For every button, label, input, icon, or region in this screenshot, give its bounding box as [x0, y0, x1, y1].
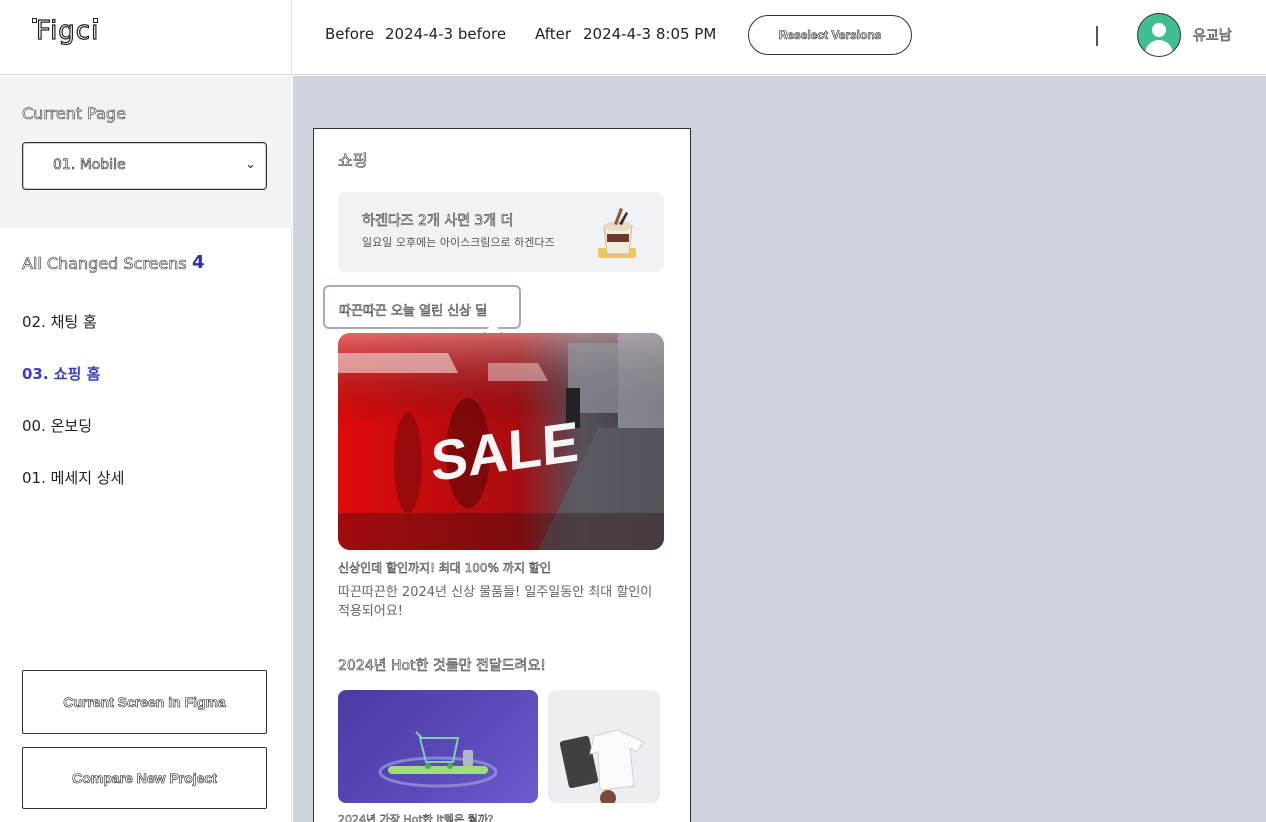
sale-banner-image[interactable]: SALE	[338, 333, 664, 550]
hot-item-image-clothes[interactable]	[548, 690, 660, 803]
page-select-value: 01. Mobile	[53, 157, 126, 174]
logo-area: Figci	[0, 0, 292, 75]
changed-screens-count: 4	[192, 252, 205, 273]
header-divider	[1096, 26, 1098, 46]
hot-section-title: 2024년 Hot한 것들만 전달드려요!	[338, 658, 547, 675]
logo-handle-icon	[32, 18, 37, 23]
clothes-icon	[559, 729, 645, 803]
changed-screens-label: All Changed Screens	[22, 254, 187, 274]
after-version: 2024-4-3 8:05 PM	[583, 25, 717, 43]
sale-description: 따끈따끈한 2024년 신상 물품들! 일주일동안 최대 할인이 적용되어요!	[338, 585, 653, 619]
deal-section-title-highlight[interactable]: 따끈따끈 오늘 열린 신상 딜	[323, 285, 521, 329]
shopping-cart-icon	[378, 731, 498, 788]
logo-text: Figci	[35, 15, 100, 46]
page-select[interactable]: 01. Mobile ⌄	[22, 142, 267, 190]
comparison-canvas: 쇼핑 하겐다즈 2개 사면 3개 더 일요일 오후에는 아이스크림으로 하겐다즈…	[293, 76, 1266, 822]
figci-logo[interactable]: Figci	[32, 15, 100, 47]
logo-handle-icon	[93, 18, 98, 23]
current-page-label: Current Page	[22, 104, 127, 124]
before-label: Before	[325, 25, 375, 43]
chevron-down-icon: ⌄	[245, 157, 256, 172]
user-name[interactable]: 유교남	[1193, 25, 1232, 45]
user-avatar-icon[interactable]	[1137, 13, 1181, 57]
screen-item-message-detail[interactable]: 01. 메세지 상세	[22, 467, 124, 488]
screen-title: 쇼핑	[338, 151, 368, 171]
screen-item-onboarding[interactable]: 00. 온보딩	[22, 415, 92, 436]
deal-section-title: 따끈따끈 오늘 열린 신상 딜	[339, 304, 488, 320]
sale-caption: 신상인데 할인까지! 최대 100% 까지 할인	[338, 561, 551, 576]
hot-item-image-cart[interactable]	[338, 690, 538, 803]
after-label: After	[535, 25, 572, 43]
promo-title: 하겐다즈 2개 사면 3개 더	[362, 213, 514, 230]
icecream-image	[598, 208, 636, 258]
promo-subtitle: 일요일 오후에는 아이스크림으로 하겐다즈	[362, 236, 555, 249]
top-header: Figci Before 2024-4-3 before After 2024-…	[0, 0, 1266, 75]
promo-banner[interactable]: 하겐다즈 2개 사면 3개 더 일요일 오후에는 아이스크림으로 하겐다즈	[338, 192, 664, 272]
compare-new-project-button[interactable]: Compare New Project	[22, 747, 267, 809]
current-screen-in-figma-button[interactable]: Current Screen in Figma	[22, 670, 267, 734]
sidebar: Current Page 01. Mobile ⌄ All Changed Sc…	[0, 76, 292, 822]
hot-item-caption: 2024년 가장 Hot한 It템은 뭘까?	[338, 813, 494, 822]
reselect-versions-button[interactable]: Reselect Versions	[748, 15, 912, 55]
screen-item-shopping-home[interactable]: 03. 쇼핑 홈	[22, 363, 100, 384]
before-version: 2024-4-3 before	[385, 25, 507, 43]
current-page-panel: Current Page 01. Mobile ⌄	[0, 76, 292, 228]
screen-item-chat-home[interactable]: 02. 채팅 홈	[22, 311, 97, 332]
mobile-screen-frame[interactable]: 쇼핑 하겐다즈 2개 사면 3개 더 일요일 오후에는 아이스크림으로 하겐다즈…	[313, 128, 691, 822]
